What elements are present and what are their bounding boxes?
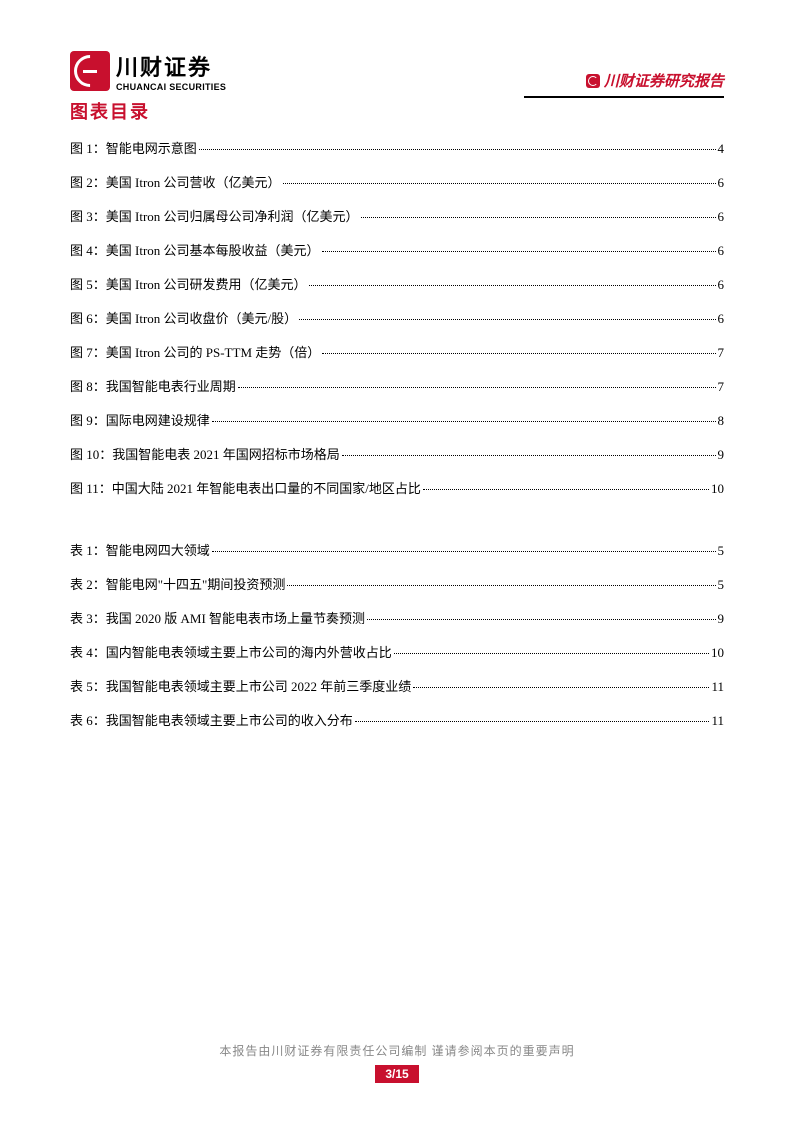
toc-item: 图 8：我国智能电表行业周期 7 [70, 376, 724, 395]
toc-dots [367, 619, 715, 620]
report-label-text: 川财证券研究报告 [604, 70, 724, 91]
logo-block: 川财证券 CHUANCAI SECURITIES [70, 50, 226, 92]
logo-text: 川财证券 CHUANCAI SECURITIES [116, 50, 226, 92]
toc-item-page: 6 [718, 175, 725, 191]
toc-dots [394, 653, 709, 654]
toc-item-page: 10 [711, 645, 724, 661]
toc-item-page: 5 [718, 543, 725, 559]
toc-dots [299, 319, 715, 320]
footer-disclaimer: 本报告由川财证券有限责任公司编制 谨请参阅本页的重要声明 [0, 1042, 794, 1059]
page-footer: 本报告由川财证券有限责任公司编制 谨请参阅本页的重要声明 3/15 [0, 1042, 794, 1083]
toc-dots [199, 149, 716, 150]
toc-title: 图表目录 [70, 98, 724, 124]
toc-item-label: 表 4：国内智能电表领域主要上市公司的海内外营收占比 [70, 642, 392, 661]
toc-item-page: 8 [718, 413, 725, 429]
toc-item-label: 图 11：中国大陆 2021 年智能电表出口量的不同国家/地区占比 [70, 478, 421, 497]
report-label: 川财证券研究报告 [586, 70, 724, 91]
toc-dots [322, 251, 716, 252]
toc-item-label: 图 8：我国智能电表行业周期 [70, 376, 236, 395]
toc-item-label: 表 6：我国智能电表领域主要上市公司的收入分布 [70, 710, 353, 729]
toc-item-label: 图 5：美国 Itron 公司研发费用（亿美元） [70, 274, 307, 293]
toc-dots [212, 551, 716, 552]
toc-dots [283, 183, 716, 184]
toc-item-page: 6 [718, 277, 725, 293]
toc-dots [355, 721, 710, 722]
toc-item-page: 11 [711, 679, 724, 695]
page-header: 川财证券 CHUANCAI SECURITIES 川财证券研究报告 [70, 50, 724, 92]
toc-dots [287, 585, 715, 586]
toc-item-page: 6 [718, 311, 725, 327]
toc-item-page: 10 [711, 481, 724, 497]
toc-item: 表 4：国内智能电表领域主要上市公司的海内外营收占比 10 [70, 642, 724, 661]
toc-item-page: 7 [718, 345, 725, 361]
toc-item-label: 表 5：我国智能电表领域主要上市公司 2022 年前三季度业绩 [70, 676, 411, 695]
toc-item-label: 图 3：美国 Itron 公司归属母公司净利润（亿美元） [70, 206, 359, 225]
report-label-icon [586, 74, 600, 88]
page-container: 川财证券 CHUANCAI SECURITIES 川财证券研究报告 图表目录 图… [0, 0, 794, 1123]
toc-item-page: 11 [711, 713, 724, 729]
header-underline [524, 96, 724, 98]
toc-item: 图 1：智能电网示意图 4 [70, 138, 724, 157]
toc-item-label: 图 2：美国 Itron 公司营收（亿美元） [70, 172, 281, 191]
toc-item-page: 6 [718, 209, 725, 225]
toc-item: 图 6：美国 Itron 公司收盘价（美元/股） 6 [70, 308, 724, 327]
toc-dots [238, 387, 716, 388]
toc-item: 图 2：美国 Itron 公司营收（亿美元） 6 [70, 172, 724, 191]
toc-dots [212, 421, 716, 422]
logo-chinese: 川财证券 [116, 50, 226, 82]
toc-section-gap [70, 512, 724, 540]
toc-item: 图 4：美国 Itron 公司基本每股收益（美元） 6 [70, 240, 724, 259]
toc-item: 图 10：我国智能电表 2021 年国网招标市场格局 9 [70, 444, 724, 463]
toc-item-page: 9 [718, 611, 725, 627]
toc-item-label: 图 1：智能电网示意图 [70, 138, 197, 157]
toc-figures-list: 图 1：智能电网示意图4图 2：美国 Itron 公司营收（亿美元）6图 3：美… [70, 138, 724, 497]
toc-item: 表 5：我国智能电表领域主要上市公司 2022 年前三季度业绩 11 [70, 676, 724, 695]
toc-dots [413, 687, 709, 688]
footer-page-number: 3/15 [375, 1065, 418, 1083]
toc-item-page: 7 [718, 379, 725, 395]
company-logo-icon [70, 51, 110, 91]
toc-item-label: 图 7：美国 Itron 公司的 PS-TTM 走势（倍） [70, 342, 320, 361]
toc-dots [361, 217, 716, 218]
toc-dots [342, 455, 716, 456]
toc-item-label: 图 9：国际电网建设规律 [70, 410, 210, 429]
toc-item-label: 表 1：智能电网四大领域 [70, 540, 210, 559]
toc-item-page: 5 [718, 577, 725, 593]
toc-item-label: 表 3：我国 2020 版 AMI 智能电表市场上量节奏预测 [70, 608, 365, 627]
toc-item: 表 3：我国 2020 版 AMI 智能电表市场上量节奏预测 9 [70, 608, 724, 627]
toc-item-page: 6 [718, 243, 725, 259]
toc-dots [423, 489, 709, 490]
toc-item: 图 7：美国 Itron 公司的 PS-TTM 走势（倍） 7 [70, 342, 724, 361]
toc-item-label: 表 2：智能电网"十四五"期间投资预测 [70, 574, 285, 593]
toc-dots [322, 353, 715, 354]
toc-tables-list: 表 1：智能电网四大领域 5 表 2：智能电网"十四五"期间投资预测 5 表 3：我国 … [70, 540, 724, 729]
toc-item: 表 2：智能电网"十四五"期间投资预测 5 [70, 574, 724, 593]
toc-item-page: 9 [718, 447, 725, 463]
toc-item: 图 9：国际电网建设规律 8 [70, 410, 724, 429]
toc-item: 图 5：美国 Itron 公司研发费用（亿美元） 6 [70, 274, 724, 293]
toc-item-label: 图 6：美国 Itron 公司收盘价（美元/股） [70, 308, 297, 327]
toc-item-label: 图 10：我国智能电表 2021 年国网招标市场格局 [70, 444, 340, 463]
logo-english: CHUANCAI SECURITIES [116, 82, 226, 92]
toc-item: 图 3：美国 Itron 公司归属母公司净利润（亿美元） 6 [70, 206, 724, 225]
toc-item: 表 6：我国智能电表领域主要上市公司的收入分布 11 [70, 710, 724, 729]
toc-item: 表 1：智能电网四大领域 5 [70, 540, 724, 559]
toc-item: 图 11：中国大陆 2021 年智能电表出口量的不同国家/地区占比 10 [70, 478, 724, 497]
toc-item-label: 图 4：美国 Itron 公司基本每股收益（美元） [70, 240, 320, 259]
toc-dots [309, 285, 716, 286]
toc-item-page: 4 [718, 141, 725, 157]
